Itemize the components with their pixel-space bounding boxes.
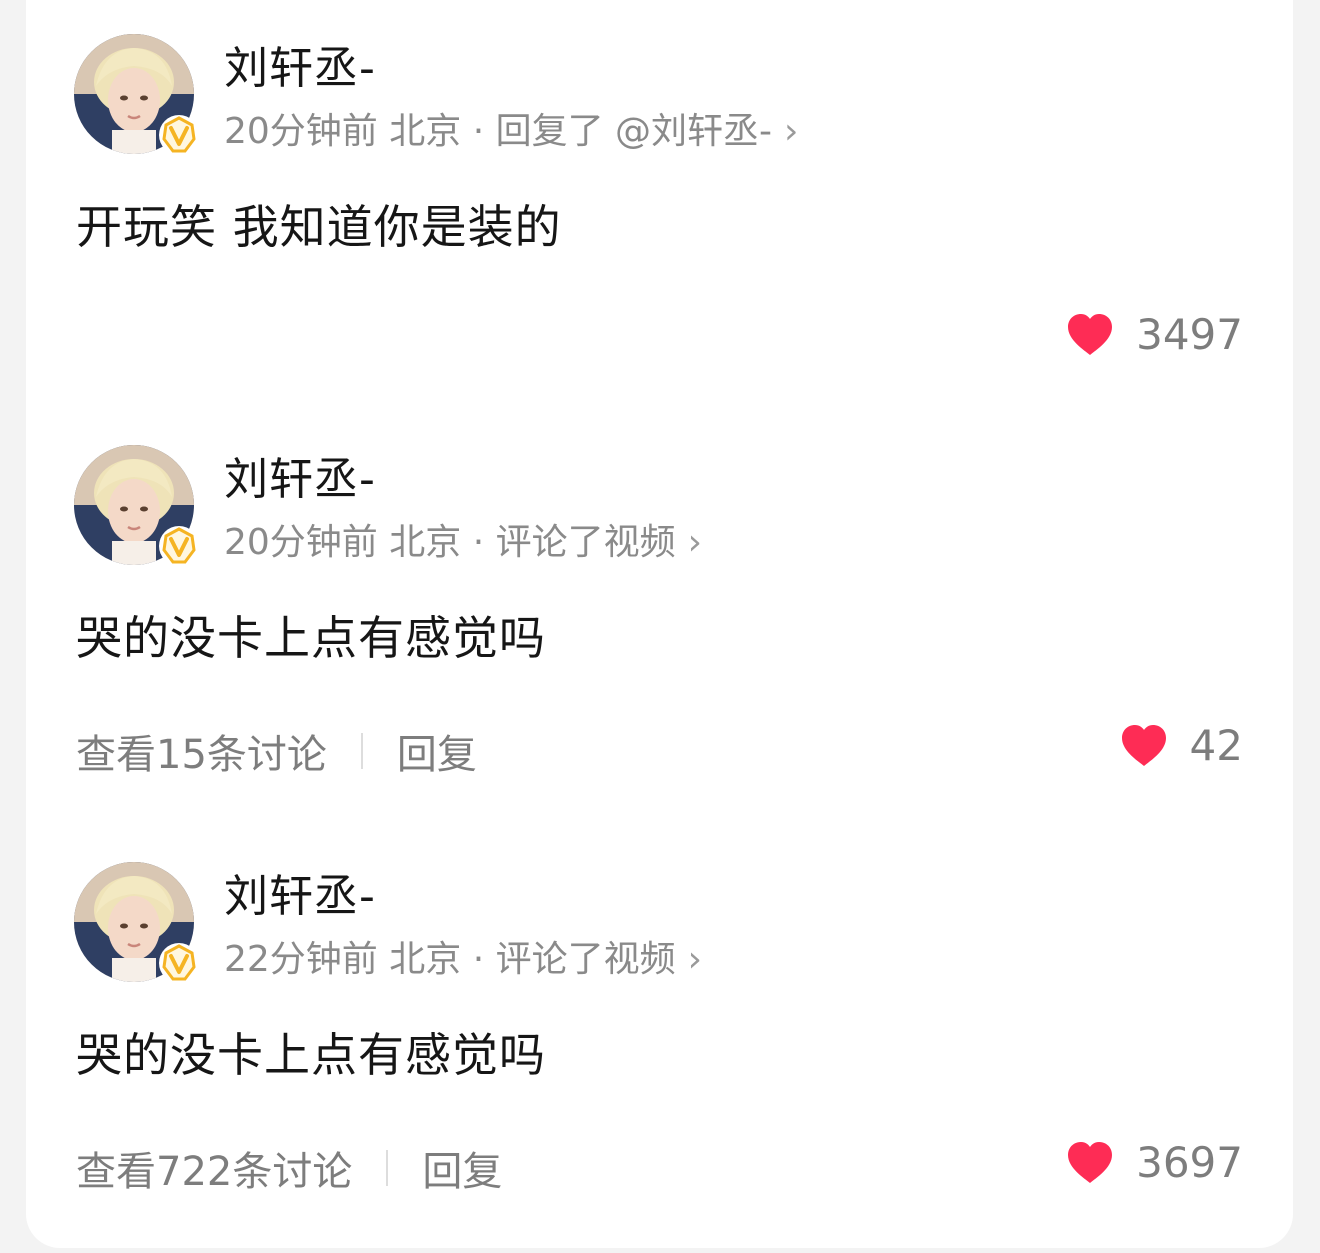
heart-icon: [1068, 1141, 1113, 1183]
reply-button[interactable]: 回复: [397, 722, 477, 780]
verified-badge-icon: [159, 943, 199, 983]
user-name[interactable]: 刘轩丞-: [224, 43, 376, 95]
heart-icon: [1121, 724, 1166, 766]
comment-actions: 查看15条讨论 回复: [76, 727, 477, 778]
comment-meta[interactable]: 20分钟前 北京 · 回复了 @刘轩丞- ›: [224, 110, 798, 154]
comment-meta-text: 22分钟前 北京 · 评论了视频: [224, 939, 676, 980]
divider: [386, 1150, 389, 1186]
comment-actions: 查看722条讨论 回复: [76, 1144, 502, 1195]
comment-text[interactable]: 哭的没卡上点有感觉吗: [76, 1027, 546, 1083]
comment-text[interactable]: 哭的没卡上点有感觉吗: [76, 610, 546, 666]
like-button[interactable]: 3697: [1066, 1138, 1243, 1187]
comment-meta[interactable]: 20分钟前 北京 · 评论了视频 ›: [224, 521, 702, 565]
user-name[interactable]: 刘轩丞-: [224, 871, 376, 923]
comment-text[interactable]: 开玩笑 我知道你是装的: [76, 199, 562, 255]
like-count: 3497: [1136, 310, 1243, 359]
verified-badge-icon: [159, 526, 199, 566]
verified-badge-icon: [159, 115, 199, 155]
heart-icon: [1068, 313, 1113, 355]
like-button[interactable]: 42: [1120, 721, 1243, 770]
comment-meta-text: 20分钟前 北京 · 评论了视频: [224, 522, 676, 563]
comment-meta-text: 20分钟前 北京 · 回复了 @刘轩丞-: [224, 111, 773, 152]
like-count: 42: [1189, 721, 1243, 770]
comment-list: 刘轩丞- 20分钟前 北京 · 回复了 @刘轩丞- › 开玩笑 我知道你是装的 3…: [26, 0, 1293, 1248]
like-button[interactable]: 3497: [1066, 310, 1243, 359]
reply-button[interactable]: 回复: [422, 1139, 502, 1197]
like-count: 3697: [1136, 1138, 1243, 1187]
comment-meta[interactable]: 22分钟前 北京 · 评论了视频 ›: [224, 938, 702, 982]
user-name[interactable]: 刘轩丞-: [224, 454, 376, 506]
view-discussion-button[interactable]: 查看722条讨论: [76, 1139, 352, 1197]
divider: [360, 733, 363, 769]
chevron-right-icon: ›: [784, 111, 799, 152]
chevron-right-icon: ›: [687, 939, 702, 980]
view-discussion-button[interactable]: 查看15条讨论: [76, 722, 327, 780]
chevron-right-icon: ›: [687, 522, 702, 563]
